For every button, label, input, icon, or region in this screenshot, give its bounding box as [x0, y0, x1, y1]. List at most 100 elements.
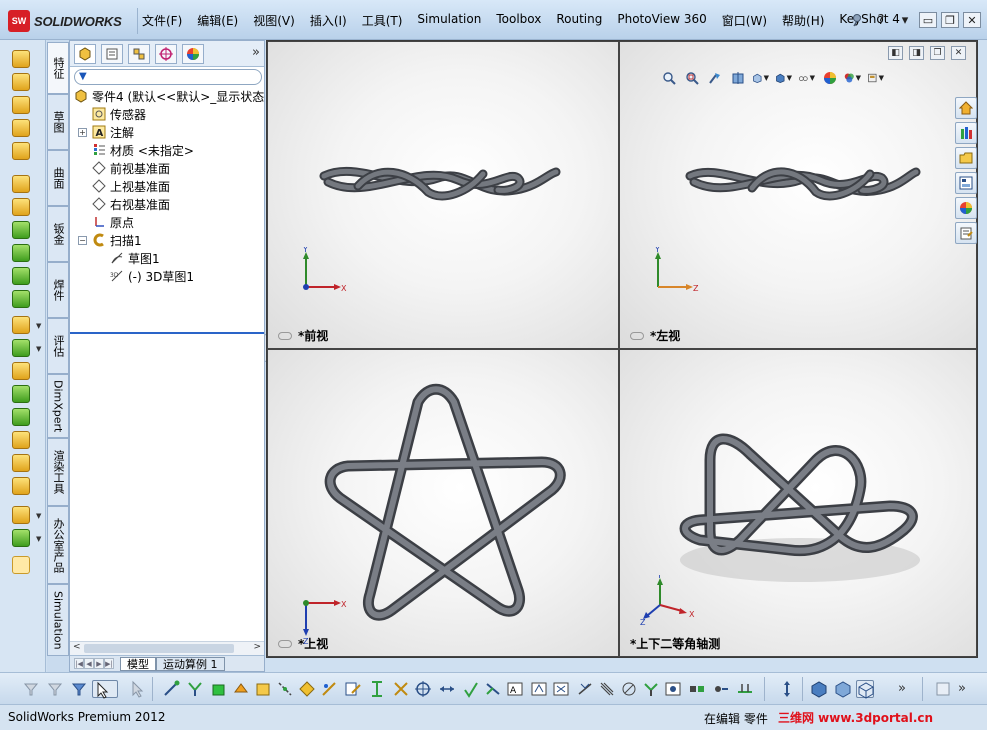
revolved-cut-icon[interactable]: [12, 221, 30, 239]
swept-boss-icon[interactable]: [12, 96, 30, 114]
menu-insert[interactable]: 插入(I): [310, 12, 347, 29]
more-tabs-icon[interactable]: »: [252, 45, 260, 60]
filter-solid-bodies-icon[interactable]: [254, 680, 272, 698]
filter-routing-points-icon[interactable]: [664, 680, 682, 698]
expand-annotations-icon[interactable]: +: [78, 128, 87, 137]
rib-icon[interactable]: [12, 362, 30, 380]
tab-surfaces[interactable]: 曲面: [47, 150, 69, 206]
file-explorer-icon[interactable]: [955, 147, 977, 169]
prev-tab-icon[interactable]: ◀: [84, 658, 94, 669]
filter-toggle-icon[interactable]: [46, 680, 64, 698]
filter-center-marks-icon[interactable]: [392, 680, 410, 698]
linear-pattern-icon[interactable]: [12, 339, 30, 357]
tree-node-front-plane[interactable]: 前视基准面: [92, 159, 170, 177]
zoom-to-area-icon[interactable]: [683, 69, 700, 86]
lofted-boss-icon[interactable]: [12, 119, 30, 137]
rollback-bar[interactable]: [70, 332, 264, 334]
more-commands-right-icon[interactable]: »: [958, 681, 966, 696]
select-cursor-icon[interactable]: [92, 680, 118, 699]
section-view-icon[interactable]: [729, 69, 746, 86]
filter-faces-icon[interactable]: [210, 680, 228, 698]
revolved-boss-icon[interactable]: [12, 73, 30, 91]
filter-axes-icon[interactable]: [276, 680, 294, 698]
filter-centerline-icon[interactable]: [414, 680, 432, 698]
wireframe-icon[interactable]: [856, 680, 874, 699]
filter-surface-bodies-icon[interactable]: [232, 680, 250, 698]
tab-model[interactable]: 模型: [120, 656, 156, 671]
custom-properties-icon[interactable]: [955, 222, 977, 244]
feature-tree-icon[interactable]: [74, 44, 96, 64]
restore-button[interactable]: ❐: [941, 12, 959, 28]
configuration-icon[interactable]: [128, 44, 150, 64]
minimize-button[interactable]: ▭: [919, 12, 937, 28]
tab-simulation[interactable]: Simulation: [47, 584, 69, 656]
tree-node-annotations[interactable]: A 注解: [92, 123, 134, 141]
filter-midpoints-icon[interactable]: [368, 680, 386, 698]
viewport-link-icon[interactable]: ◨: [909, 46, 924, 60]
draft-icon[interactable]: [12, 385, 30, 403]
link-views-icon[interactable]: [278, 639, 292, 648]
tree-node-top-plane[interactable]: 上视基准面: [92, 177, 170, 195]
tab-evaluate[interactable]: 评估: [47, 318, 69, 374]
move-triad-icon[interactable]: [778, 680, 796, 698]
tree-node-origin[interactable]: 原点: [92, 213, 134, 231]
tab-weldments[interactable]: 焊件: [47, 262, 69, 318]
instant3d-icon[interactable]: [12, 556, 30, 574]
fillet-dropdown-icon[interactable]: ▼: [36, 322, 41, 330]
more-commands-icon[interactable]: »: [898, 681, 906, 696]
filter-geometric-tolerance-icon[interactable]: [484, 680, 502, 698]
viewport-left[interactable]: Y Z ▼ ▼ ▼ ▼ ▼ ◧ ◨ ❐ ✕ *左视: [619, 41, 977, 349]
filter-dimensions-icon[interactable]: [438, 680, 456, 698]
filter-sketch-segments-icon[interactable]: [344, 680, 362, 698]
filter-planes-icon[interactable]: [298, 680, 316, 698]
shell-icon[interactable]: [12, 408, 30, 426]
view-palette-icon[interactable]: [955, 172, 977, 194]
pattern-dropdown-icon[interactable]: ▼: [36, 345, 41, 353]
first-tab-icon[interactable]: |◀: [74, 658, 84, 669]
tab-render-tools[interactable]: 渲染工具: [47, 438, 69, 506]
filter-weld-symbols-icon[interactable]: [552, 680, 570, 698]
tab-sketch[interactable]: 草图: [47, 94, 69, 150]
selection-filter-icon[interactable]: [22, 680, 40, 698]
tree-node-material[interactable]: 材质 <未指定>: [92, 141, 194, 159]
design-library-icon[interactable]: [955, 122, 977, 144]
appearances-icon[interactable]: [955, 197, 977, 219]
apply-scene-icon[interactable]: ▼: [844, 69, 861, 86]
previous-view-icon[interactable]: [706, 69, 723, 86]
last-tab-icon[interactable]: ▶|: [104, 658, 114, 669]
collapse-sweep-icon[interactable]: −: [78, 236, 87, 245]
view-orientation-icon[interactable]: ▼: [752, 69, 769, 86]
reference-geometry-dropdown-icon[interactable]: ▼: [36, 512, 41, 520]
scroll-right-icon[interactable]: >: [253, 642, 261, 652]
menu-routing[interactable]: Routing: [556, 12, 602, 29]
lofted-cut-icon[interactable]: [12, 267, 30, 285]
reference-geometry-icon[interactable]: [12, 506, 30, 524]
help-dropdown-icon[interactable]: ▾: [895, 10, 915, 30]
filter-dowel-pin-icon[interactable]: [620, 680, 638, 698]
swept-cut-icon[interactable]: [12, 244, 30, 262]
boundary-boss-icon[interactable]: [12, 142, 30, 160]
tree-node-sensors[interactable]: 传感器: [92, 105, 146, 123]
link-views-icon[interactable]: [630, 331, 644, 340]
customize-toolbar-icon[interactable]: [934, 680, 952, 698]
viewport-isometric[interactable]: Y X Z *上下二等角轴测: [619, 349, 977, 657]
viewport-front[interactable]: Y X *前视: [267, 41, 619, 349]
tree-node-sweep[interactable]: 扫描1: [92, 231, 142, 249]
dimxpert-icon[interactable]: [155, 44, 177, 64]
menu-help[interactable]: 帮助(H): [782, 12, 824, 29]
tree-node-part[interactable]: 零件4 (默认<<默认>_显示状态: [74, 87, 264, 105]
mirror-icon[interactable]: [12, 477, 30, 495]
display-manager-icon[interactable]: [182, 44, 204, 64]
pin-icon[interactable]: [847, 10, 867, 30]
curves-dropdown-icon[interactable]: ▼: [36, 535, 41, 543]
display-style-icon[interactable]: ▼: [775, 69, 792, 86]
filter-sketch-points-icon[interactable]: [320, 680, 338, 698]
link-views-icon[interactable]: [278, 331, 292, 340]
solidworks-logo[interactable]: SW SOLIDWORKS: [8, 10, 122, 32]
filter-surface-finish-icon[interactable]: [462, 680, 480, 698]
menu-edit[interactable]: 编辑(E): [197, 12, 238, 29]
wrap-icon[interactable]: [12, 431, 30, 449]
next-tab-icon[interactable]: ▶: [94, 658, 104, 669]
filter-connection-points-icon[interactable]: [642, 680, 660, 698]
feature-filter-input[interactable]: ▼: [74, 69, 262, 85]
